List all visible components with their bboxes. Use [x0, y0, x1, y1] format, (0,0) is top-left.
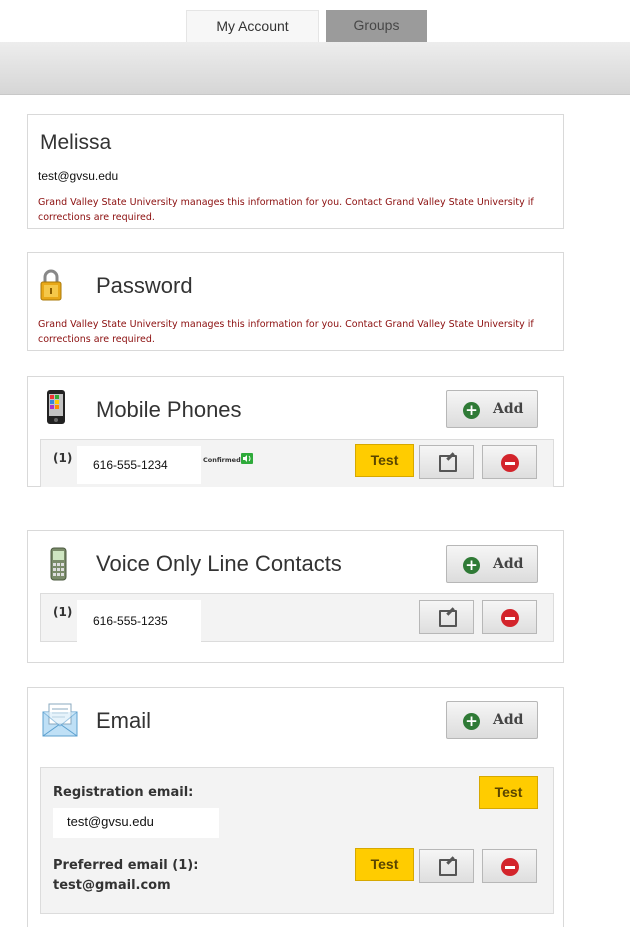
voice-contact-row: (1) 616-555-1235: [40, 593, 554, 648]
voice-remove-button[interactable]: [482, 600, 537, 634]
edit-icon: [439, 859, 457, 876]
add-email-label: Add: [493, 712, 524, 728]
password-title: Password: [96, 273, 193, 298]
password-panel: Password Grand Valley State University m…: [27, 252, 564, 351]
tab-my-account[interactable]: My Account: [186, 10, 319, 42]
mobile-remove-button[interactable]: [482, 445, 537, 479]
tab-groups[interactable]: Groups: [326, 10, 427, 42]
remove-icon: [501, 454, 519, 472]
profile-panel: Melissa test@gvsu.edu Grand Valley State…: [27, 114, 564, 229]
voice-contacts-title: Voice Only Line Contacts: [96, 551, 342, 576]
plus-icon: +: [463, 713, 480, 730]
add-email-button[interactable]: + Add: [446, 701, 538, 739]
mobile-phone-row: (1) 616-555-1234 Confirmed Test: [40, 439, 554, 487]
mobile-number: 616-555-1234: [77, 446, 201, 484]
voice-index: (1): [53, 605, 73, 619]
add-mobile-label: Add: [493, 401, 524, 417]
edit-icon: [439, 455, 457, 472]
mobile-status: Confirmed: [203, 456, 241, 464]
remove-icon: [501, 858, 519, 876]
preferred-email-value: test@gmail.com: [53, 878, 171, 893]
preferred-email-label: Preferred email (1):: [53, 858, 199, 873]
add-voice-button[interactable]: + Add: [446, 545, 538, 583]
preferred-test-button[interactable]: Test: [355, 848, 414, 881]
add-mobile-button[interactable]: + Add: [446, 390, 538, 428]
voice-number: 616-555-1235: [77, 600, 201, 648]
remove-icon: [501, 609, 519, 627]
email-title: Email: [96, 708, 152, 733]
profile-managed-note: Grand Valley State University manages th…: [38, 197, 534, 223]
registration-email-value: test@gvsu.edu: [53, 808, 219, 838]
plus-icon: +: [463, 557, 480, 574]
mobile-phones-title: Mobile Phones: [96, 397, 242, 422]
registration-test-button[interactable]: Test: [479, 776, 538, 809]
mobile-phone-icon: [46, 389, 66, 430]
speaker-icon: [241, 451, 253, 469]
edit-icon: [439, 610, 457, 627]
password-managed-note: Grand Valley State University manages th…: [38, 319, 534, 345]
voice-contacts-panel: Voice Only Line Contacts + Add (1) 616-5…: [27, 530, 564, 663]
mobile-edit-button[interactable]: [419, 445, 474, 479]
email-panel: Email + Add Registration email: Test tes…: [27, 687, 564, 927]
lock-icon: [40, 267, 62, 306]
header-banner: [0, 42, 630, 95]
registration-email-label: Registration email:: [53, 785, 194, 800]
preferred-remove-button[interactable]: [482, 849, 537, 883]
email-list: Registration email: Test test@gvsu.edu P…: [40, 767, 554, 914]
mobile-index: (1): [53, 451, 73, 465]
envelope-icon: [41, 702, 79, 743]
voice-edit-button[interactable]: [419, 600, 474, 634]
desk-phone-icon: [50, 547, 67, 586]
mobile-phones-panel: Mobile Phones + Add (1) 616-555-1234 Con…: [27, 376, 564, 487]
profile-name: Melissa: [40, 131, 112, 154]
mobile-test-button[interactable]: Test: [355, 444, 414, 477]
profile-email: test@gvsu.edu: [28, 165, 298, 187]
plus-icon: +: [463, 402, 480, 419]
add-voice-label: Add: [493, 556, 524, 572]
preferred-edit-button[interactable]: [419, 849, 474, 883]
